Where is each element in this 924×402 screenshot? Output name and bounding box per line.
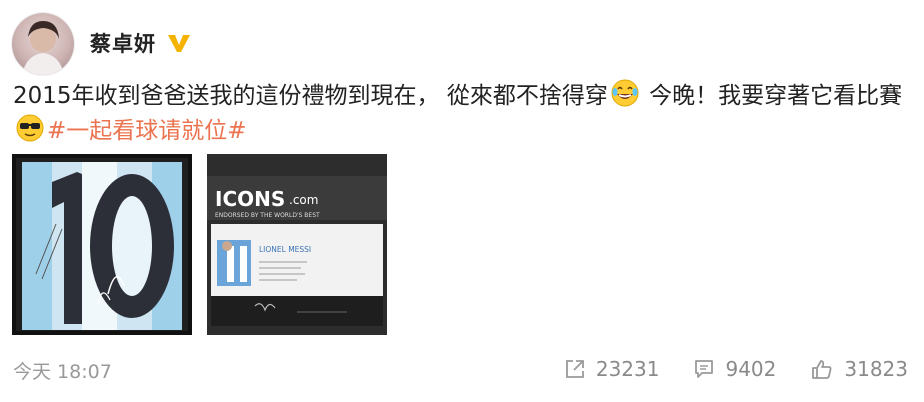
thumbs-up-icon [812,360,832,379]
author-name[interactable]: 蔡卓妍 [90,28,156,58]
post-time: 今天 18:07 [13,361,112,383]
share-button[interactable]: 23231 [564,357,660,381]
like-count: 31823 [844,357,908,381]
comment-button[interactable]: 9402 [693,357,776,381]
comment-count: 9402 [725,357,777,381]
like-button[interactable]: 31823 [810,357,908,381]
certificate-player-name: LIONEL MESSI [259,245,311,254]
verified-v-icon [166,32,192,54]
icons-logo-suffix: .com [289,193,318,207]
post-text: 2015年收到爸爸送我的這份禮物到現在， 從來都不捨得穿 今晚！我要穿著它看比賽… [13,78,908,148]
icons-tagline: ENDORSED BY THE WORLD'S BEST [215,212,320,219]
author-avatar[interactable] [12,13,74,75]
certificate-image[interactable]: ICONS .com ENDORSED BY THE WORLD'S BEST … [207,154,387,335]
post-text-part2: 今晚！我要穿著它看比賽 [641,83,903,109]
laughing-tears-emoji [610,78,640,108]
framed-jersey-image[interactable] [12,154,192,335]
comment-icon [695,360,714,378]
share-count: 23231 [595,357,660,381]
share-icon [565,360,584,378]
hashtag-link[interactable]: #一起看球请就位# [47,118,247,144]
post-actions: 23231 9402 31823 [564,357,908,381]
sunglasses-emoji [15,113,45,143]
avatar-portrait [22,21,64,75]
icons-logo-text: ICONS [215,187,285,211]
post-text-part1: 2015年收到爸爸送我的這份禮物到現在， 從來都不捨得穿 [13,83,608,109]
